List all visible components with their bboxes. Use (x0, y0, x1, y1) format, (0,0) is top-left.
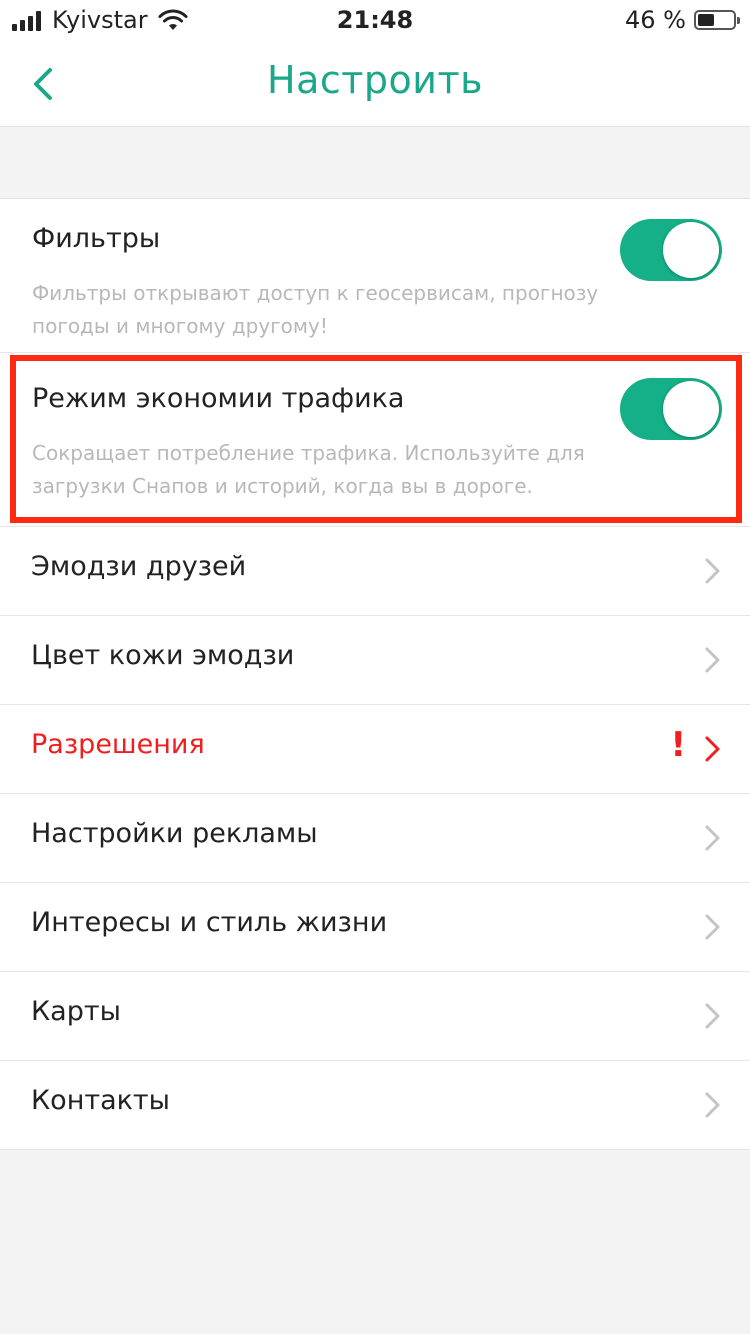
list-item-label: Контакты (31, 1085, 170, 1116)
list-item-permissions[interactable]: Разрешения ! (0, 705, 750, 794)
list-item-label: Карты (31, 996, 121, 1027)
list-item-label: Настройки рекламы (31, 818, 318, 849)
battery-percent: 46 % (625, 6, 686, 34)
page-title: Настроить (267, 58, 483, 102)
chevron-right-icon (705, 1003, 720, 1029)
settings-list: Фильтры Фильтры открывают доступ к геосе… (0, 198, 750, 1150)
chevron-right-icon (705, 558, 720, 584)
chevron-right-icon (705, 736, 720, 762)
toggle-row-title: Режим экономии трафика (32, 383, 405, 414)
toggle-row-description: Фильтры открывают доступ к геосервисам, … (32, 281, 599, 338)
list-item-label: Эмодзи друзей (31, 551, 247, 582)
list-item-lifestyle-interests[interactable]: Интересы и стиль жизни (0, 883, 750, 972)
list-item-contacts[interactable]: Контакты (0, 1061, 750, 1150)
filters-toggle[interactable] (620, 219, 722, 281)
list-item-ad-preferences[interactable]: Настройки рекламы (0, 794, 750, 883)
list-item-label: Разрешения (31, 729, 205, 760)
toggle-row-travel-mode: Режим экономии трафика Сокращает потребл… (0, 353, 750, 527)
alert-exclamation-icon: ! (670, 725, 686, 765)
chevron-right-icon (705, 647, 720, 673)
list-item-label: Цвет кожи эмодзи (31, 640, 295, 671)
status-right: 46 % (625, 6, 740, 34)
toggle-knob (663, 222, 719, 278)
toggle-row-filters: Фильтры Фильтры открывают доступ к геосе… (0, 199, 750, 353)
status-bar: Kyivstar 21:48 46 % (0, 0, 750, 40)
chevron-right-icon (705, 914, 720, 940)
chevron-right-icon (705, 1092, 720, 1118)
list-item-label: Интересы и стиль жизни (31, 907, 388, 938)
toggle-knob (663, 381, 719, 437)
list-item-emoji-skin-tone[interactable]: Цвет кожи эмодзи (0, 616, 750, 705)
toggle-row-title: Фильтры (32, 223, 161, 254)
travel-mode-toggle[interactable] (620, 378, 722, 440)
nav-bar: Настроить (0, 40, 750, 127)
list-item-friend-emojis[interactable]: Эмодзи друзей (0, 527, 750, 616)
battery-icon (694, 10, 740, 30)
list-item-maps[interactable]: Карты (0, 972, 750, 1061)
chevron-right-icon (705, 825, 720, 851)
battery-fill (698, 14, 714, 26)
toggle-row-description: Сокращает потребление трафика. Используй… (32, 441, 585, 498)
